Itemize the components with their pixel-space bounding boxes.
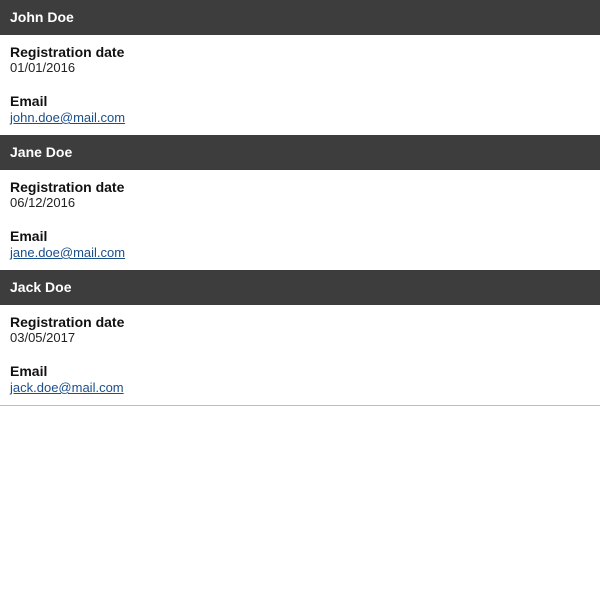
user-details: Registration date 01/01/2016 Email john.… (0, 35, 600, 135)
registration-date-value: 03/05/2017 (10, 330, 76, 345)
registration-date-label: Registration date (10, 179, 125, 195)
user-name-header: Jack Doe (0, 270, 600, 305)
registration-field: Registration date 03/05/2017 (10, 314, 590, 345)
user-details: Registration date 03/05/2017 Email jack.… (0, 305, 600, 405)
registration-date-label: Registration date (10, 314, 125, 330)
email-field: Email jack.doe@mail.com (10, 363, 590, 397)
email-label: Email (10, 228, 48, 244)
registration-date-label: Registration date (10, 44, 125, 60)
list-divider (0, 405, 600, 406)
registration-date-value: 01/01/2016 (10, 60, 76, 75)
email-link[interactable]: john.doe@mail.com (10, 110, 125, 125)
user-card-jack-doe: Jack Doe Registration date 03/05/2017 Em… (0, 270, 600, 405)
user-list: John Doe Registration date 01/01/2016 Em… (0, 0, 600, 406)
user-name-header: Jane Doe (0, 135, 600, 170)
email-field: Email john.doe@mail.com (10, 93, 590, 127)
registration-field: Registration date 06/12/2016 (10, 179, 590, 210)
email-label: Email (10, 363, 48, 379)
registration-date-value: 06/12/2016 (10, 195, 76, 210)
user-card-jane-doe: Jane Doe Registration date 06/12/2016 Em… (0, 135, 600, 270)
registration-field: Registration date 01/01/2016 (10, 44, 590, 75)
email-link[interactable]: jane.doe@mail.com (10, 245, 125, 260)
user-name-header: John Doe (0, 0, 600, 35)
email-link[interactable]: jack.doe@mail.com (10, 380, 124, 395)
user-card-john-doe: John Doe Registration date 01/01/2016 Em… (0, 0, 600, 135)
email-field: Email jane.doe@mail.com (10, 228, 590, 262)
user-details: Registration date 06/12/2016 Email jane.… (0, 170, 600, 270)
email-label: Email (10, 93, 48, 109)
